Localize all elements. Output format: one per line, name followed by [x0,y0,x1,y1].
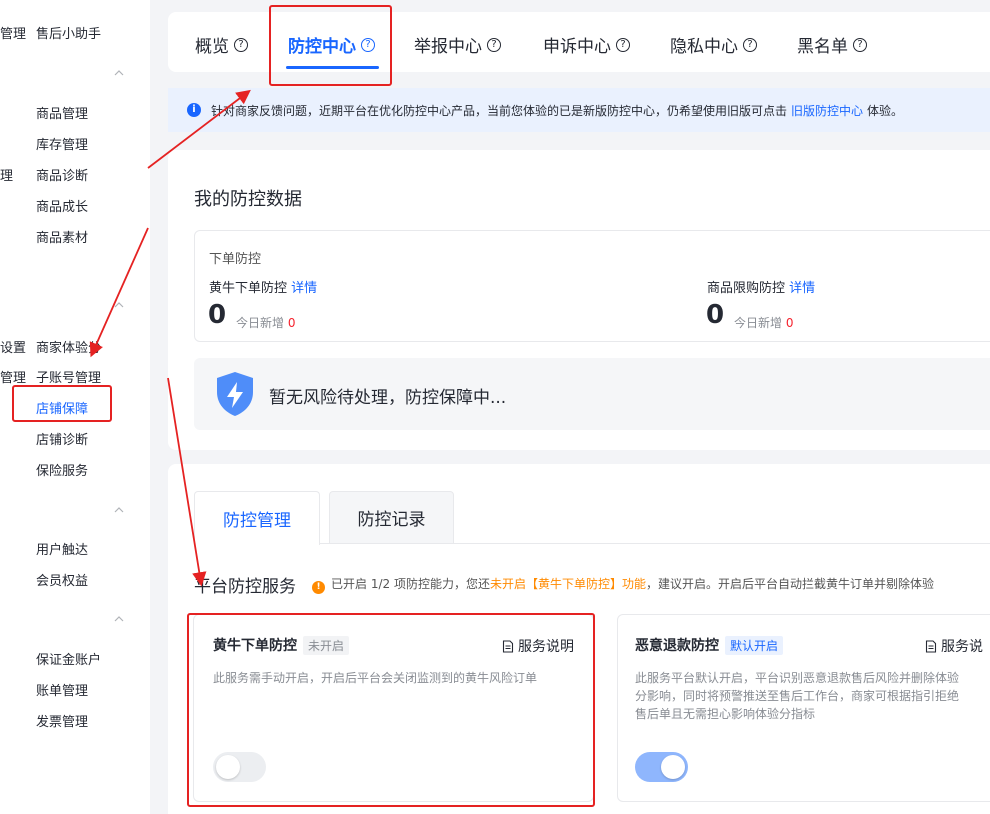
note-suffix: ，建议开启。开启后平台自动拦截黄牛订单并剔除体验 [645,577,934,591]
desc-line: 分影响，同时将预警推送至售后工作台，商家可根据指引拒绝 [635,689,960,703]
sidebar-item-product-materials[interactable]: 商品素材 [36,227,88,246]
scalper-count: 0 [208,300,227,330]
service-doc-link[interactable]: 服务说明 [502,636,574,656]
doc-label: 服务说 [941,639,983,655]
group-label: 下单防控 [209,252,262,267]
shield-lightning-icon [213,370,257,422]
today-new: 今日新增 0 [236,314,295,331]
service-description: 此服务需手动开启，开启后平台会关闭监测到的黄牛风险订单 [213,671,538,685]
notice-banner: i 针对商家反馈问题，近期平台在优化防控中心产品，当前您体验的已是新版防控中心，… [168,88,990,132]
sidebar-item-merchant-score[interactable]: 商家体验分 [36,337,101,356]
purchase-limit-count: 0 [706,300,725,330]
question-icon[interactable]: ? [234,37,248,52]
question-icon[interactable]: ? [616,37,630,52]
status-badge: 未开启 [303,636,350,655]
notice-text-end: 体验。 [867,103,904,118]
purchase-limit-details-link[interactable]: 详情 [789,281,815,296]
sidebar-item-member-benefits[interactable]: 会员权益 [36,570,88,589]
question-icon[interactable]: ? [487,37,501,52]
service-name: 黄牛下单防控 [213,638,297,654]
tab-overview[interactable]: 概览? [195,32,248,57]
question-icon[interactable]: ? [853,37,867,52]
tab-protection-management[interactable]: 防控管理 [194,491,320,545]
tab-label: 概览 [195,37,229,57]
sidebar-item-bill-management[interactable]: 账单管理 [36,680,88,699]
sidebar-item-sub-accounts[interactable]: 子账号管理 [36,367,101,386]
tab-label: 申诉中心 [543,37,611,57]
sidebar-item-user-reach[interactable]: 用户触达 [36,539,88,558]
data-section-title: 我的防控数据 [194,189,302,210]
info-icon: i [187,103,201,117]
sidebar-fragment: 设置 [0,341,27,356]
tab-risk-control-center[interactable]: 防控中心? [288,32,375,57]
scalper-order-label: 黄牛下单防控 详情 [209,277,317,296]
desc-line: 售后单且无需担心影响体验分指标 [635,707,816,721]
sidebar-item-after-sales-assistant[interactable]: 售后小助手 [36,23,101,42]
status-badge: 默认开启 [725,636,784,655]
note-highlight: 未开启【黄牛下单防控】功能 [489,577,646,591]
service-description: 此服务平台默认开启，平台识别恶意退款售后风险并删除体验 分影响，同时将预警推送至… [635,669,959,723]
tab-blacklist[interactable]: 黑名单? [797,32,867,57]
sidebar-item-invoice-management[interactable]: 发票管理 [36,711,88,730]
document-icon [925,639,937,653]
metric-label: 商品限购防控 [707,281,786,296]
chevron-up-icon[interactable] [114,68,124,78]
question-icon[interactable]: ? [361,37,375,52]
chevron-up-icon[interactable] [114,614,124,624]
today-new: 今日新增 0 [734,314,793,331]
doc-label: 服务说明 [518,639,574,655]
today-label: 今日新增 [734,316,783,330]
services-title: 平台防控服务 [194,577,296,597]
old-version-link[interactable]: 旧版防控中心 [791,102,863,119]
service-doc-link[interactable]: 服务说 [925,636,983,656]
sidebar-fragment: 理 [0,169,14,184]
chevron-up-icon[interactable] [114,300,124,310]
sidebar-item-product-management[interactable]: 商品管理 [36,103,88,122]
service-title: 恶意退款防控 默认开启 [635,635,784,655]
sidebar-item-inventory[interactable]: 库存管理 [36,134,88,153]
scalper-details-link[interactable]: 详情 [291,281,317,296]
sidebar-item-store-diagnosis[interactable]: 店铺诊断 [36,429,88,448]
sidebar-fragment: 管理 [0,27,27,42]
tab-protection-records[interactable]: 防控记录 [329,491,454,544]
today-value: 0 [785,316,794,330]
scalper-toggle[interactable] [213,752,266,782]
today-value: 0 [287,316,296,330]
tab-privacy-center[interactable]: 隐私中心? [670,32,757,57]
tab-label: 防控中心 [288,37,356,57]
tab-appeal-center[interactable]: 申诉中心? [543,32,630,57]
sidebar-item-product-diagnosis[interactable]: 商品诊断 [36,165,88,184]
warning-icon: ! [312,581,325,594]
note-prefix: 已开启 1/2 项防控能力，您还 [331,577,490,591]
status-text: 暂无风险待处理，防控保障中... [269,388,507,408]
notice-text: 针对商家反馈问题，近期平台在优化防控中心产品，当前您体验的已是新版防控中心，仍希… [211,103,788,118]
sidebar: 管理 售后小助手 商品管理 库存管理 理 商品诊断 商品成长 商品素材 设置 商… [0,0,150,814]
sidebar-item-store-protection[interactable]: 店铺保障 [36,398,88,417]
purchase-limit-label: 商品限购防控 详情 [707,277,815,296]
sidebar-fragment: 管理 [0,371,27,386]
sidebar-item-product-growth[interactable]: 商品成长 [36,196,88,215]
service-title: 黄牛下单防控 未开启 [213,635,350,655]
toggle-knob [661,755,685,779]
sidebar-item-insurance[interactable]: 保险服务 [36,460,88,479]
services-note: ! 已开启 1/2 项防控能力，您还未开启【黄牛下单防控】功能，建议开启。开启后平… [312,575,934,594]
active-tab-underline [286,66,379,69]
sidebar-item-deposit-account[interactable]: 保证金账户 [36,649,101,668]
toggle-knob [216,755,240,779]
chevron-up-icon[interactable] [114,505,124,515]
tab-label: 隐私中心 [670,37,738,57]
tab-label: 黑名单 [797,37,848,57]
malicious-refund-toggle[interactable] [635,752,688,782]
service-name: 恶意退款防控 [635,638,719,654]
today-label: 今日新增 [236,316,285,330]
question-icon[interactable]: ? [743,37,757,52]
tab-report-center[interactable]: 举报中心? [414,32,501,57]
document-icon [502,639,514,653]
desc-line: 此服务平台默认开启，平台识别恶意退款售后风险并删除体验 [635,671,960,685]
tab-label: 举报中心 [414,37,482,57]
metric-label: 黄牛下单防控 [209,281,288,296]
